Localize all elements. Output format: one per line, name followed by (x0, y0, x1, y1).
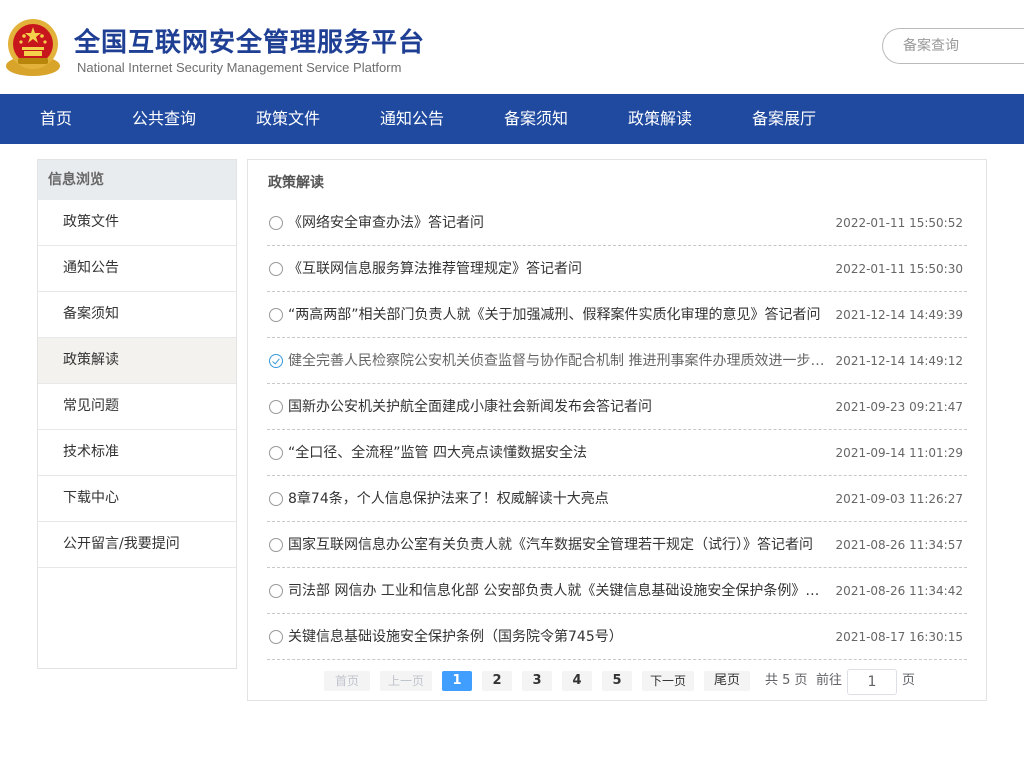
first-page-button[interactable]: 首页 (324, 671, 370, 691)
nav-item-filing-hall[interactable]: 备案展厅 (752, 94, 816, 144)
radio-circle-icon (269, 400, 283, 414)
list-item[interactable]: 国家互联网信息办公室有关负责人就《汽车数据安全管理若干规定（试行）》答记者问 2… (267, 522, 967, 568)
radio-circle-icon (269, 308, 283, 322)
article-title[interactable]: 国家互联网信息办公室有关负责人就《汽车数据安全管理若干规定（试行）》答记者问 (288, 522, 828, 568)
list-item[interactable]: “全口径、全流程”监管 四大亮点读懂数据安全法 2021-09-14 11:01… (267, 430, 967, 476)
page-button-3[interactable]: 3 (522, 671, 552, 691)
article-date: 2021-09-23 09:21:47 (835, 400, 963, 414)
list-item[interactable]: “两高两部”相关部门负责人就《关于加强减刑、假释案件实质化审理的意见》答记者问 … (267, 292, 967, 338)
site-title: 全国互联网安全管理服务平台 (74, 28, 426, 58)
radio-circle-icon (269, 492, 283, 506)
site-header: 全国互联网安全管理服务平台 National Internet Security… (0, 0, 1024, 94)
radio-circle-icon (269, 538, 283, 552)
radio-circle-icon (269, 216, 283, 230)
nav-item-policy-docs[interactable]: 政策文件 (256, 94, 320, 144)
page-button-1[interactable]: 1 (442, 671, 472, 691)
sidebar-item-policy-docs[interactable]: 政策文件 (38, 200, 236, 246)
sidebar-item-faq[interactable]: 常见问题 (38, 384, 236, 430)
radio-circle-icon (269, 262, 283, 276)
article-title[interactable]: “全口径、全流程”监管 四大亮点读懂数据安全法 (288, 430, 828, 476)
nav-item-public-query[interactable]: 公共查询 (132, 94, 196, 144)
sidebar-item-policy-interpretation[interactable]: 政策解读 (38, 338, 236, 384)
section-title: 政策解读 (268, 175, 324, 191)
article-date: 2022-01-11 15:50:30 (835, 262, 963, 276)
article-date: 2021-12-14 14:49:12 (835, 354, 963, 368)
article-date: 2021-09-03 11:26:27 (835, 492, 963, 506)
search-input[interactable] (903, 29, 1023, 63)
article-date: 2021-08-26 11:34:42 (835, 584, 963, 598)
sidebar-item-tech-standards[interactable]: 技术标准 (38, 430, 236, 476)
article-title[interactable]: 《互联网信息服务算法推荐管理规定》答记者问 (288, 246, 828, 292)
sidebar-item-feedback[interactable]: 公开留言/我要提问 (38, 522, 236, 568)
list-item[interactable]: 关键信息基础设施安全保护条例（国务院令第745号） 2021-08-17 16:… (267, 614, 967, 660)
list-item[interactable]: 8章74条，个人信息保护法来了！权威解读十大亮点 2021-09-03 11:2… (267, 476, 967, 522)
list-item[interactable]: 《互联网信息服务算法推荐管理规定》答记者问 2022-01-11 15:50:3… (267, 246, 967, 292)
page-button-2[interactable]: 2 (482, 671, 512, 691)
search-box[interactable] (882, 28, 1024, 64)
prev-page-button[interactable]: 上一页 (380, 671, 432, 691)
nav-item-filing-guide[interactable]: 备案须知 (504, 94, 568, 144)
list-item[interactable]: 国新办公安机关护航全面建成小康社会新闻发布会答记者问 2021-09-23 09… (267, 384, 967, 430)
sidebar-item-filing-guide[interactable]: 备案须知 (38, 292, 236, 338)
nav-item-notices[interactable]: 通知公告 (380, 94, 444, 144)
pagination: 首页 上一页 1 2 3 4 5 下一页 尾页 共 5 页 前往 页 (248, 669, 988, 695)
article-date: 2021-08-26 11:34:57 (835, 538, 963, 552)
article-title[interactable]: 《网络安全审查办法》答记者问 (288, 200, 828, 246)
article-title[interactable]: 国新办公安机关护航全面建成小康社会新闻发布会答记者问 (288, 384, 828, 430)
sidebar-item-notices[interactable]: 通知公告 (38, 246, 236, 292)
list-item[interactable]: 《网络安全审查办法》答记者问 2022-01-11 15:50:52 (267, 200, 967, 246)
site-subtitle: National Internet Security Management Se… (77, 60, 402, 75)
article-list: 《网络安全审查办法》答记者问 2022-01-11 15:50:52 《互联网信… (267, 200, 967, 660)
next-page-button[interactable]: 下一页 (642, 671, 694, 691)
goto-label: 前往 (816, 673, 843, 688)
nav-item-home[interactable]: 首页 (40, 94, 72, 144)
content-panel: 政策解读 《网络安全审查办法》答记者问 2022-01-11 15:50:52 … (247, 159, 987, 701)
article-title[interactable]: 8章74条，个人信息保护法来了！权威解读十大亮点 (288, 476, 828, 522)
article-title[interactable]: “两高两部”相关部门负责人就《关于加强减刑、假释案件实质化审理的意见》答记者问 (288, 292, 828, 338)
check-circle-icon (269, 354, 283, 368)
page-suffix: 页 (902, 673, 916, 688)
list-item[interactable]: 司法部 网信办 工业和信息化部 公安部负责人就《关键信息基础设施安全保护条例》答… (267, 568, 967, 614)
article-date: 2021-12-14 14:49:39 (835, 308, 963, 322)
total-pages: 共 5 页 (765, 673, 808, 688)
last-page-button[interactable]: 尾页 (704, 671, 750, 691)
main-nav: 首页 公共查询 政策文件 通知公告 备案须知 政策解读 备案展厅 (0, 94, 1024, 144)
radio-circle-icon (269, 446, 283, 460)
article-date: 2021-09-14 11:01:29 (835, 446, 963, 460)
radio-circle-icon (269, 630, 283, 644)
goto-page-input[interactable] (847, 669, 897, 695)
sidebar: 信息浏览 政策文件 通知公告 备案须知 政策解读 常见问题 技术标准 下载中心 … (37, 159, 237, 669)
page-button-4[interactable]: 4 (562, 671, 592, 691)
nav-item-policy-interpretation[interactable]: 政策解读 (628, 94, 692, 144)
national-emblem-icon[interactable] (4, 14, 62, 78)
article-date: 2022-01-11 15:50:52 (835, 216, 963, 230)
page-button-5[interactable]: 5 (602, 671, 632, 691)
list-item[interactable]: 健全完善人民检察院公安机关侦查监督与协作配合机制 推进刑事案件办理质效进一步提升… (267, 338, 967, 384)
article-title[interactable]: 健全完善人民检察院公安机关侦查监督与协作配合机制 推进刑事案件办理质效进一步提升 (288, 338, 828, 384)
article-title[interactable]: 司法部 网信办 工业和信息化部 公安部负责人就《关键信息基础设施安全保护条例》答… (288, 568, 828, 614)
sidebar-heading: 信息浏览 (38, 160, 236, 200)
article-title[interactable]: 关键信息基础设施安全保护条例（国务院令第745号） (288, 614, 828, 660)
radio-circle-icon (269, 584, 283, 598)
sidebar-item-downloads[interactable]: 下载中心 (38, 476, 236, 522)
article-date: 2021-08-17 16:30:15 (835, 630, 963, 644)
